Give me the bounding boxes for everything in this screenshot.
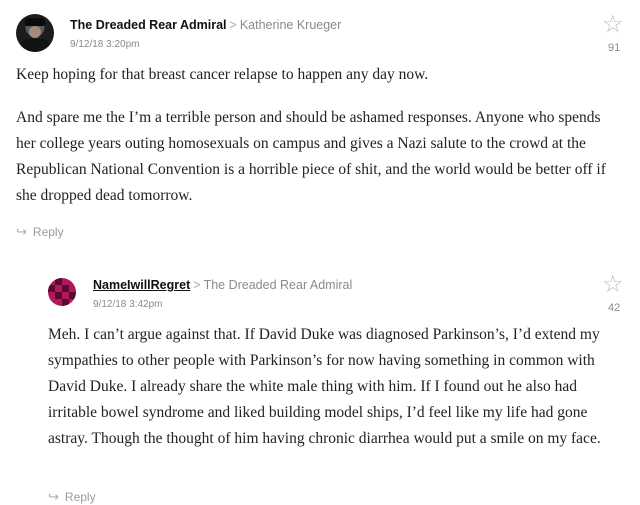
author-name[interactable]: The Dreaded Rear Admiral: [70, 18, 227, 32]
comment-paragraph: Keep hoping for that breast cancer relap…: [16, 66, 429, 83]
reply-arrow-icon: ↪: [16, 224, 27, 239]
reply-to-name[interactable]: Katherine Krueger: [240, 18, 341, 32]
author-name[interactable]: NameIwillRegret: [93, 278, 190, 292]
avatar[interactable]: [16, 14, 54, 52]
comment-body: Meh. I can’t argue against that. If Davi…: [48, 322, 626, 469]
chevron-right-icon: >: [229, 18, 237, 32]
chevron-right-icon: >: [193, 278, 201, 292]
star-outline-icon[interactable]: ☆: [602, 273, 624, 297]
comment-header: The Dreaded Rear Admiral > Katherine Krueg…: [70, 18, 341, 32]
reply-label: Reply: [64, 490, 96, 504]
comment-header: NameIwillRegret > The Dreaded Rear Admiral: [93, 278, 352, 292]
reply-to-name[interactable]: The Dreaded Rear Admiral: [204, 278, 353, 292]
comment-paragraph: And spare me the I’m a terrible person a…: [16, 109, 606, 204]
timestamp[interactable]: 9/12/18 3:20pm: [70, 39, 140, 50]
comment-body: Keep hoping for that breast cancer relap…: [16, 62, 624, 226]
timestamp[interactable]: 9/12/18 3:42pm: [93, 299, 163, 310]
comment-paragraph: Meh. I can’t argue against that. If Davi…: [48, 326, 601, 447]
vote-count: 42: [608, 302, 621, 314]
avatar[interactable]: [48, 278, 76, 306]
vote-count: 91: [608, 42, 621, 54]
reply-button[interactable]: ↪ Reply: [16, 224, 64, 240]
reply-button[interactable]: ↪ Reply: [48, 489, 96, 505]
star-outline-icon[interactable]: ☆: [602, 13, 624, 37]
reply-label: Reply: [32, 225, 64, 239]
